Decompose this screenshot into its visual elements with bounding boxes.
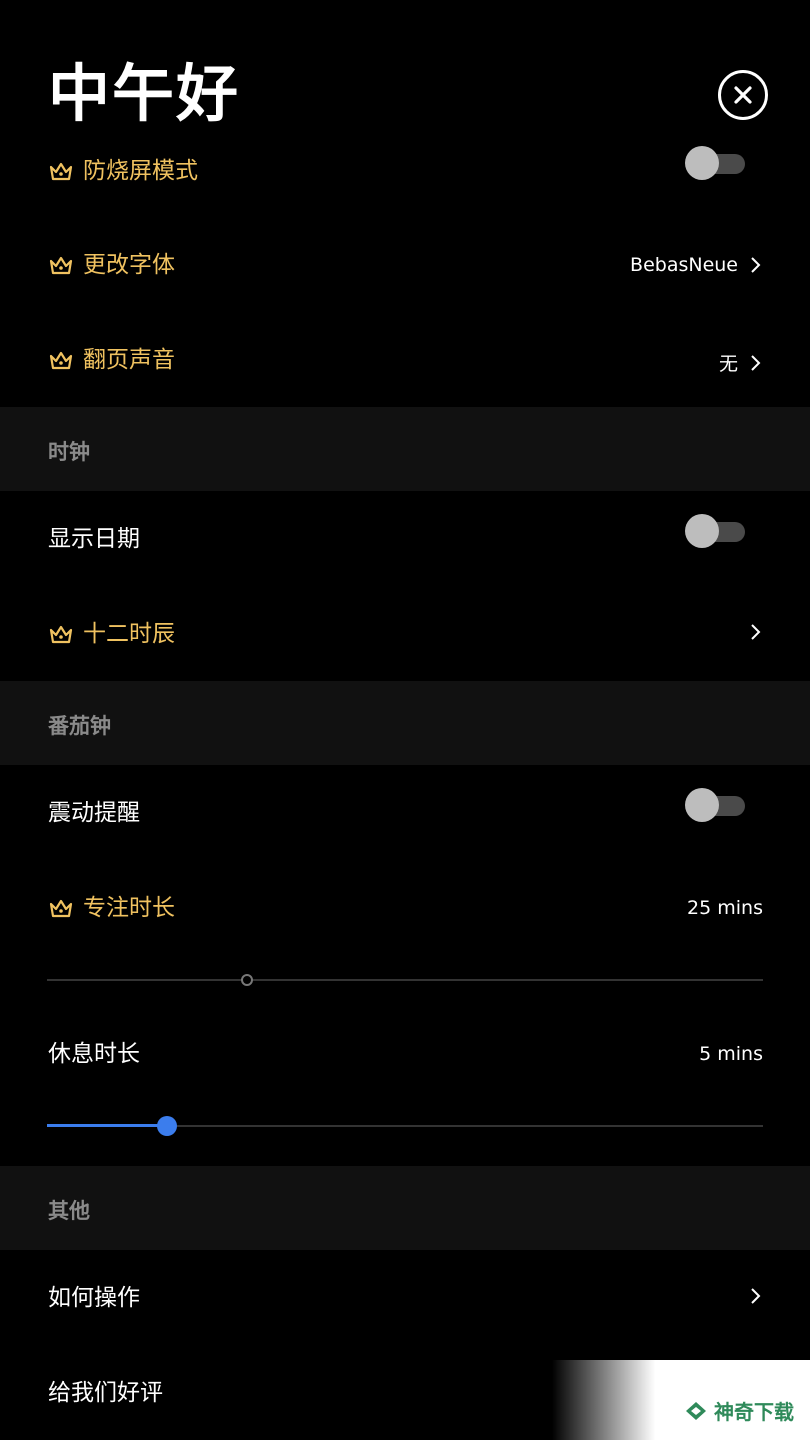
burn-in-mode-toggle[interactable] (685, 145, 745, 181)
chevron-right-icon (751, 257, 761, 273)
focus-duration-label: 专注时长 (83, 895, 175, 921)
section-pomodoro-title: 番茄钟 (48, 714, 111, 738)
section-clock-title: 时钟 (48, 440, 90, 464)
rate-us-label: 给我们好评 (48, 1380, 163, 1406)
greeting-title: 中午好 (48, 57, 241, 130)
rest-duration-value: 5 mins (699, 1043, 763, 1065)
change-font-label: 更改字体 (83, 252, 175, 278)
rest-duration-label: 休息时长 (48, 1041, 140, 1067)
change-font-value: BebasNeue (630, 254, 762, 276)
how-to-chevron-wrap (738, 1287, 762, 1305)
slider-rail (47, 979, 763, 981)
show-date-row[interactable]: 显示日期 (0, 514, 810, 563)
rest-duration-row: 休息时长 5 mins (0, 1034, 810, 1078)
crown-icon (49, 256, 73, 275)
slider-thumb[interactable] (241, 974, 254, 986)
rest-duration-slider[interactable] (47, 1114, 763, 1138)
twelve-hours-label-wrap: 十二时辰 (48, 618, 175, 650)
watermark-logo: 神奇下载 (684, 1396, 794, 1425)
leaf-logo-icon (686, 1401, 706, 1420)
vibrate-row[interactable]: 震动提醒 (0, 788, 810, 837)
focus-duration-slider[interactable] (47, 968, 763, 992)
page-sound-row[interactable]: 翻页声音 无 (0, 340, 810, 384)
crown-icon (49, 162, 73, 181)
burn-in-mode-label: 防烧屏模式 (83, 158, 198, 184)
page-sound-value-text: 无 (718, 353, 738, 375)
show-date-toggle[interactable] (685, 513, 745, 549)
show-date-label: 显示日期 (48, 526, 140, 552)
chevron-right-icon (751, 624, 761, 640)
page-sound-label-wrap: 翻页声音 (48, 344, 175, 376)
vibrate-label: 震动提醒 (48, 800, 140, 826)
burn-in-mode-label-wrap: 防烧屏模式 (48, 155, 198, 187)
font-value-text: BebasNeue (630, 254, 738, 276)
chevron-right-icon (751, 354, 761, 371)
close-button[interactable] (718, 70, 768, 120)
focus-duration-value: 25 mins (687, 897, 763, 919)
focus-duration-row: 专注时长 25 mins (0, 888, 810, 932)
vibrate-toggle[interactable] (685, 787, 745, 823)
toggle-knob (685, 514, 719, 548)
section-other-title: 其他 (48, 1199, 90, 1223)
crown-icon (49, 625, 73, 644)
twelve-hours-label: 十二时辰 (83, 621, 175, 647)
section-other-header: 其他 (0, 1166, 810, 1250)
page-sound-label: 翻页声音 (83, 347, 175, 373)
section-pomodoro-header: 番茄钟 (0, 681, 810, 765)
change-font-row[interactable]: 更改字体 BebasNeue (0, 245, 810, 289)
crown-icon (49, 899, 73, 918)
watermark: 神奇下载 (552, 1360, 810, 1440)
section-clock-header: 时钟 (0, 407, 810, 491)
twelve-hours-chevron-wrap (738, 623, 762, 641)
change-font-label-wrap: 更改字体 (48, 249, 175, 281)
watermark-text: 神奇下载 (714, 1400, 794, 1424)
how-to-label: 如何操作 (48, 1285, 140, 1311)
focus-duration-label-wrap: 专注时长 (48, 892, 175, 924)
how-to-row[interactable]: 如何操作 (0, 1278, 810, 1322)
chevron-right-icon (751, 1288, 761, 1304)
toggle-knob (685, 146, 719, 180)
twelve-hours-row[interactable]: 十二时辰 (0, 614, 810, 658)
page-sound-value: 无 (719, 349, 762, 376)
burn-in-mode-row[interactable]: 防烧屏模式 (0, 146, 810, 194)
toggle-knob (685, 788, 719, 822)
slider-thumb[interactable] (156, 1116, 177, 1136)
slider-fill (47, 1124, 167, 1127)
close-icon (734, 86, 752, 104)
crown-icon (49, 351, 73, 370)
